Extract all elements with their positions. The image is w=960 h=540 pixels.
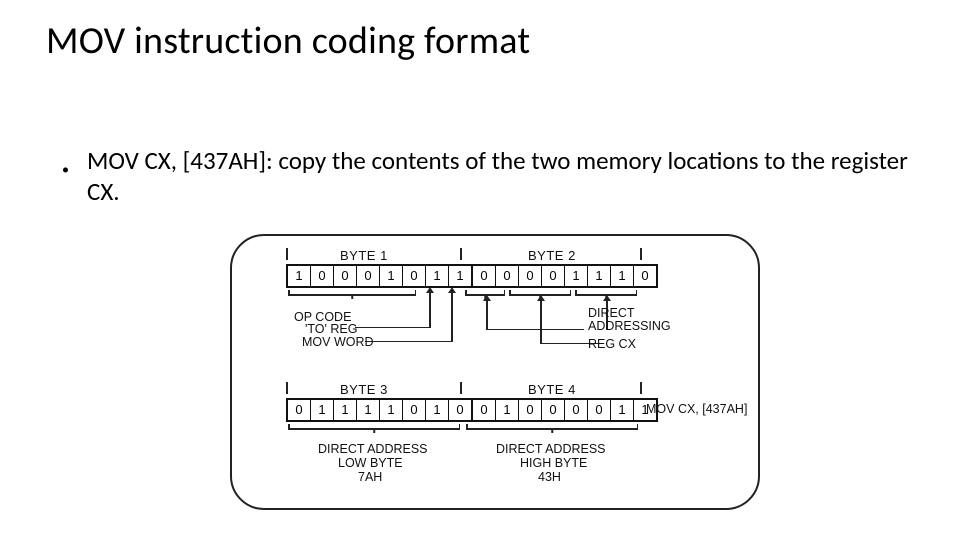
mov-side-label: MOV CX, [437AH] xyxy=(646,402,747,416)
bit-cell: 0 xyxy=(634,266,656,286)
bit-cell: 1 xyxy=(588,266,611,286)
ann-movword: MOV WORD xyxy=(302,335,374,349)
bit-cell: 1 xyxy=(426,400,449,420)
bit-cell: 0 xyxy=(449,400,473,420)
bit-cell: 0 xyxy=(403,400,426,420)
brace-opcode xyxy=(288,290,416,298)
bit-cell: 1 xyxy=(288,266,311,286)
bit-cell: 1 xyxy=(380,400,403,420)
arrow-direct-a xyxy=(486,300,488,330)
ann-regcx: REG CX xyxy=(588,337,636,351)
bullet-text: MOV CX, [437AH]: copy the contents of th… xyxy=(87,145,920,208)
byte2-label: BYTE 2 xyxy=(528,248,576,263)
sep-mid-2 xyxy=(460,382,462,394)
ann-direct: DIRECT xyxy=(588,306,635,320)
brace-lowbyte xyxy=(288,424,460,432)
bit-cell: 0 xyxy=(473,400,496,420)
bit-cell: 0 xyxy=(357,266,380,286)
bit-cell: 0 xyxy=(311,266,334,286)
ann-toreg: 'TO' REG xyxy=(305,322,357,336)
bullet-dot-icon: • xyxy=(62,161,69,179)
sep-right-2 xyxy=(640,382,642,394)
bit-cell: 1 xyxy=(357,400,380,420)
byte1-label: BYTE 1 xyxy=(340,248,388,263)
bit-cell: 1 xyxy=(611,266,634,286)
bitrow-1: 1000101100001110 xyxy=(286,264,658,288)
byte3-label: BYTE 3 xyxy=(340,382,388,397)
page-title: MOV instruction coding format xyxy=(46,18,530,64)
bit-cell: 0 xyxy=(542,266,565,286)
brace-highbyte xyxy=(466,424,638,432)
bit-cell: 0 xyxy=(519,266,542,286)
arrow-mov-word xyxy=(451,292,453,342)
sep-mid-1 xyxy=(460,248,462,260)
bit-cell: 1 xyxy=(496,400,519,420)
bit-cell: 0 xyxy=(473,266,496,286)
bit-cell: 1 xyxy=(311,400,334,420)
bit-cell: 1 xyxy=(449,266,473,286)
ann-high-2: HIGH BYTE xyxy=(520,456,587,470)
bit-cell: 0 xyxy=(588,400,611,420)
bit-cell: 0 xyxy=(542,400,565,420)
instruction-diagram: BYTE 1 BYTE 2 1000101100001110 OP CODE '… xyxy=(230,234,760,510)
arrow-regcx xyxy=(540,300,542,344)
byte4-label: BYTE 4 xyxy=(528,382,576,397)
bit-cell: 1 xyxy=(611,400,634,420)
sep-right-1 xyxy=(640,248,642,260)
bitrow-2: 0111101001000011 xyxy=(286,398,658,422)
sep-left-2 xyxy=(286,382,288,394)
bullet-row: • MOV CX, [437AH]: copy the contents of … xyxy=(62,145,920,208)
slide: MOV instruction coding format • MOV CX, … xyxy=(0,0,960,540)
bit-cell: 0 xyxy=(403,266,426,286)
bit-cell: 0 xyxy=(496,266,519,286)
bit-cell: 1 xyxy=(565,266,588,286)
arrow-to-reg xyxy=(429,292,431,328)
bit-cell: 1 xyxy=(426,266,449,286)
ann-low-2: LOW BYTE xyxy=(338,456,403,470)
ann-high-3: 43H xyxy=(538,470,561,484)
ann-low-1: DIRECT ADDRESS xyxy=(318,442,428,456)
sep-left-1 xyxy=(286,248,288,260)
ann-low-3: 7AH xyxy=(358,470,382,484)
bit-cell: 0 xyxy=(334,266,357,286)
bit-cell: 1 xyxy=(380,266,403,286)
bit-cell: 0 xyxy=(288,400,311,420)
ann-addressing: ADDRESSING xyxy=(588,319,671,333)
bit-cell: 0 xyxy=(565,400,588,420)
bit-cell: 1 xyxy=(334,400,357,420)
bit-cell: 0 xyxy=(519,400,542,420)
ann-high-1: DIRECT ADDRESS xyxy=(496,442,606,456)
